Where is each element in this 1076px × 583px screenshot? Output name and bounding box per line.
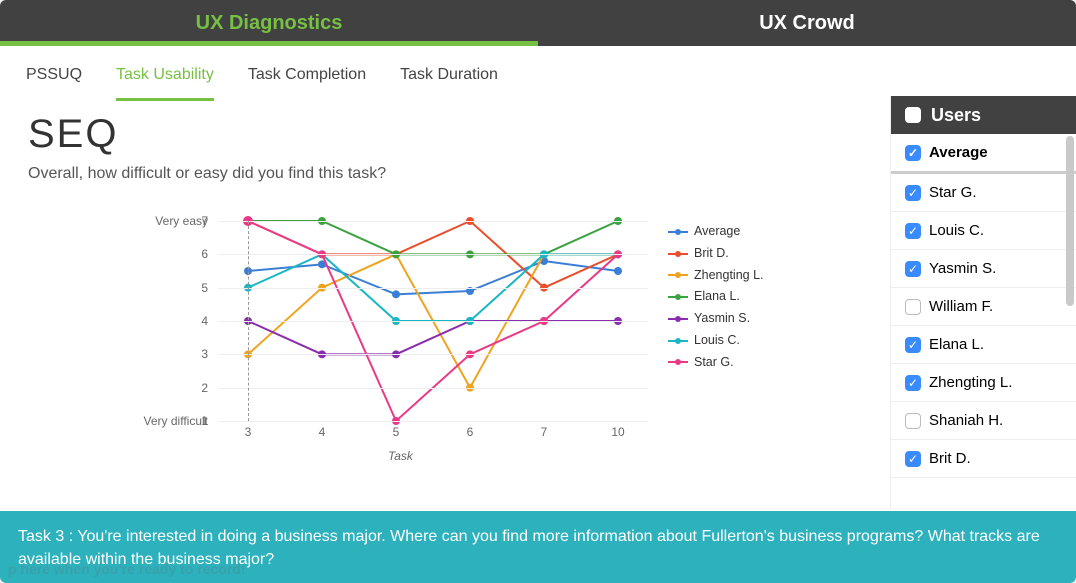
user-name-label: William F.: [929, 298, 993, 315]
legend-swatch: [668, 296, 688, 298]
users-row[interactable]: Yasmin S.: [891, 250, 1076, 288]
checkbox[interactable]: [905, 451, 921, 467]
users-panel: Users Average Star G. Louis C. Yasmin S. Wi…: [890, 96, 1076, 509]
legend-swatch: [668, 231, 688, 233]
top-tab-ux-diagnostics[interactable]: UX Diagnostics: [0, 0, 538, 46]
series-line: [248, 321, 618, 354]
chart-legend: Average Brit D. Zhengting L. Elana L. Yasmin…: [668, 225, 764, 377]
question-text: Overall, how difficult or easy did you f…: [28, 165, 862, 183]
legend-item[interactable]: Louis C.: [668, 334, 764, 348]
users-header[interactable]: Users: [891, 96, 1076, 134]
legend-item[interactable]: Yasmin S.: [668, 312, 764, 326]
user-name-label: Louis C.: [929, 222, 984, 239]
x-tick-label: 4: [319, 425, 326, 439]
y-tick-label: 4: [201, 314, 208, 328]
legend-label: Brit D.: [694, 247, 729, 261]
users-row[interactable]: Shaniah H.: [891, 402, 1076, 440]
checkbox[interactable]: [905, 337, 921, 353]
legend-label: Louis C.: [694, 334, 740, 348]
x-axis-label: Task: [388, 449, 413, 463]
users-row[interactable]: Brit D.: [891, 440, 1076, 478]
y-tick-label: 3: [201, 347, 208, 361]
average-label: Average: [929, 144, 988, 161]
users-toggle-all-checkbox[interactable]: [905, 107, 921, 123]
task-prompt-bar: Task 3 : You're interested in doing a bu…: [0, 511, 1076, 583]
page-title: SEQ: [28, 112, 862, 157]
checkbox[interactable]: [905, 375, 921, 391]
sub-nav: PSSUQ Task Usability Task Completion Tas…: [0, 46, 1076, 102]
legend-swatch: [668, 318, 688, 320]
user-name-label: Star G.: [929, 184, 977, 201]
checkbox[interactable]: [905, 185, 921, 201]
x-tick-label: 10: [611, 425, 624, 439]
x-tick-label: 3: [245, 425, 252, 439]
legend-label: Yasmin S.: [694, 312, 750, 326]
users-row[interactable]: Star G.: [891, 174, 1076, 212]
y-tick-label: 5: [201, 281, 208, 295]
legend-swatch: [668, 253, 688, 255]
top-tab-ux-crowd[interactable]: UX Crowd: [538, 0, 1076, 46]
legend-item[interactable]: Elana L.: [668, 290, 764, 304]
legend-swatch: [668, 361, 688, 363]
users-row[interactable]: Zhengting L.: [891, 364, 1076, 402]
y-tick-label: 2: [201, 381, 208, 395]
x-tick-label: 5: [393, 425, 400, 439]
users-row[interactable]: William F.: [891, 288, 1076, 326]
legend-label: Average: [694, 225, 740, 239]
legend-item[interactable]: Average: [668, 225, 764, 239]
legend-label: Elana L.: [694, 290, 740, 304]
y-axis-annotation: Very difficult: [138, 414, 208, 428]
legend-swatch: [668, 340, 688, 342]
legend-label: Star G.: [694, 356, 734, 370]
checkbox[interactable]: [905, 223, 921, 239]
users-row-average[interactable]: Average: [891, 134, 1076, 174]
data-point[interactable]: [614, 267, 622, 275]
user-name-label: Yasmin S.: [929, 260, 996, 277]
x-tick-label: 6: [467, 425, 474, 439]
users-row[interactable]: Louis C.: [891, 212, 1076, 250]
checkbox[interactable]: [905, 299, 921, 315]
seq-chart: Task Average Brit D. Zhengting L. Elana L. Y…: [38, 201, 778, 481]
data-point[interactable]: [392, 290, 400, 298]
legend-swatch: [668, 274, 688, 276]
top-nav: UX Diagnostics UX Crowd: [0, 0, 1076, 46]
series-line: [248, 261, 618, 294]
legend-item[interactable]: Star G.: [668, 356, 764, 370]
y-axis-annotation: Very easy: [138, 214, 208, 228]
legend-item[interactable]: Zhengting L.: [668, 269, 764, 283]
checkbox[interactable]: [905, 413, 921, 429]
y-tick-label: 6: [201, 247, 208, 261]
users-row[interactable]: Elana L.: [891, 326, 1076, 364]
checkbox[interactable]: [905, 261, 921, 277]
legend-label: Zhengting L.: [694, 269, 764, 283]
checkbox-average[interactable]: [905, 145, 921, 161]
user-name-label: Shaniah H.: [929, 412, 1003, 429]
x-tick-label: 7: [541, 425, 548, 439]
user-name-label: Zhengting L.: [929, 374, 1012, 391]
users-scrollbar[interactable]: [1066, 136, 1074, 505]
user-name-label: Brit D.: [929, 450, 971, 467]
legend-item[interactable]: Brit D.: [668, 247, 764, 261]
user-name-label: Elana L.: [929, 336, 984, 353]
users-header-label: Users: [931, 105, 981, 126]
